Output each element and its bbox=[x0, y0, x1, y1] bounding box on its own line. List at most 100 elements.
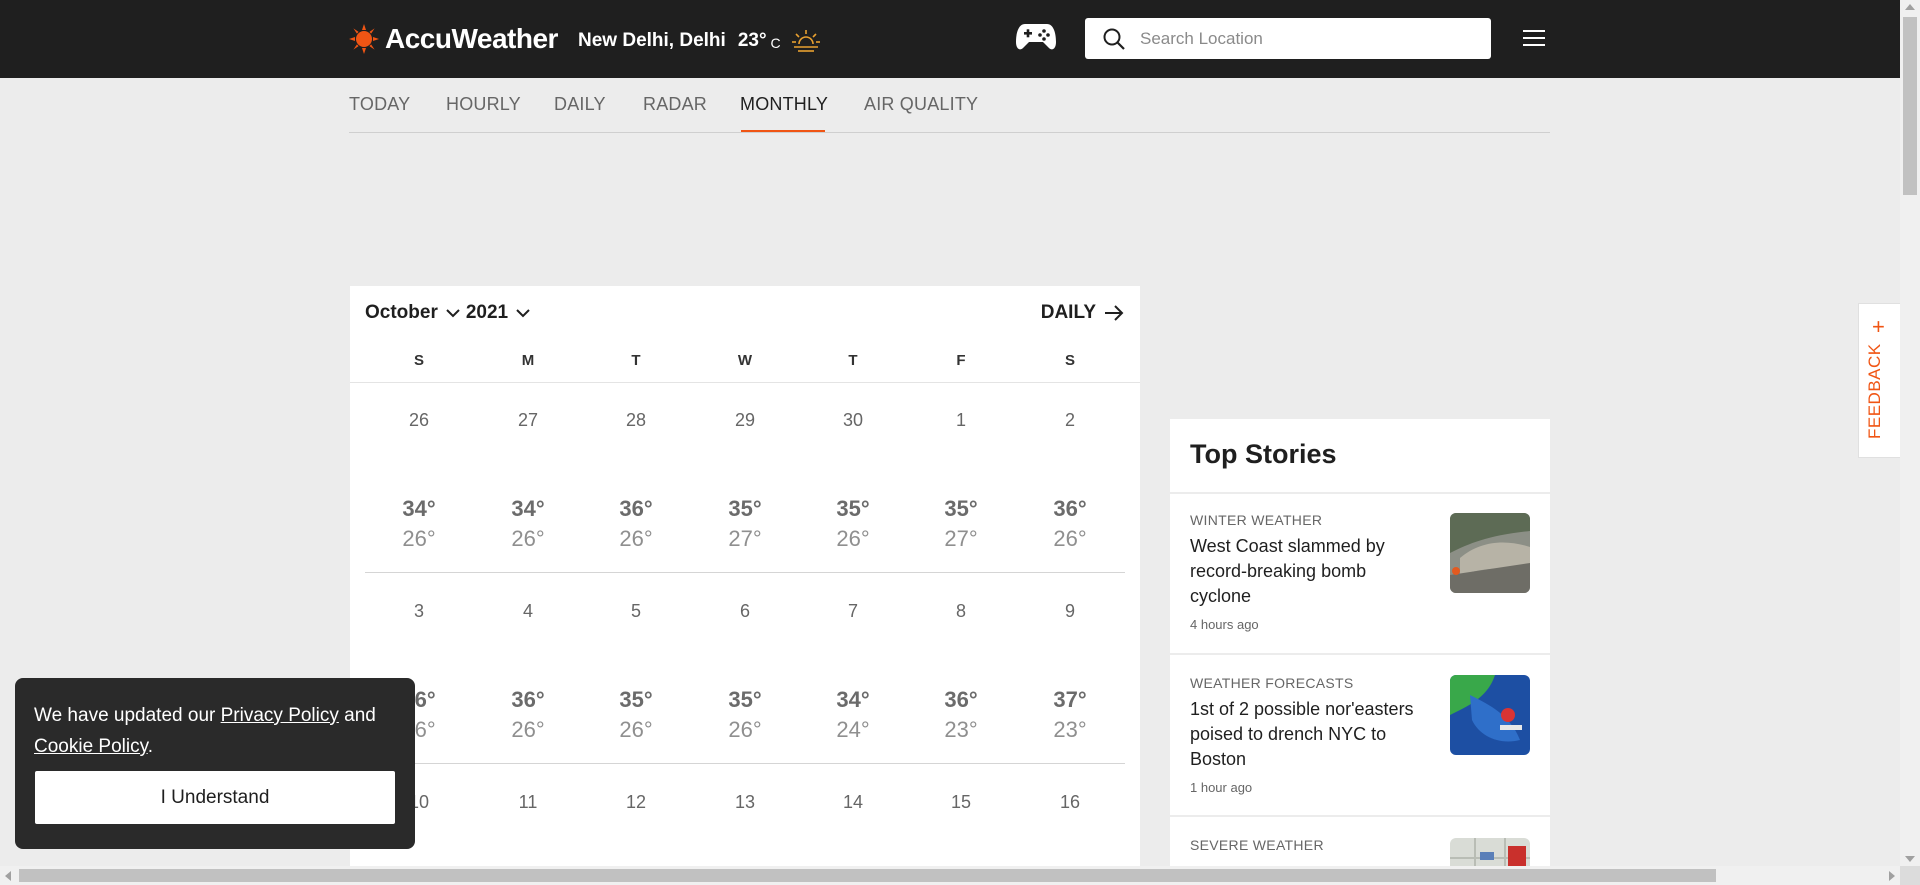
calendar-day[interactable]: 13 bbox=[715, 792, 775, 813]
calendar-day[interactable]: 6 35° 26° bbox=[715, 601, 775, 742]
calendar-day[interactable]: 1 35° 27° bbox=[931, 410, 991, 551]
scroll-down-icon[interactable] bbox=[1905, 856, 1915, 862]
story-thumbnail[interactable] bbox=[1450, 513, 1530, 593]
tab-radar[interactable]: RADAR bbox=[643, 94, 707, 115]
vertical-scrollbar[interactable] bbox=[1900, 0, 1920, 866]
calendar-day[interactable]: 16 bbox=[1040, 792, 1100, 813]
low-temperature: 27° bbox=[728, 526, 762, 551]
day-number: 14 bbox=[842, 792, 864, 812]
day-number: 30 bbox=[842, 410, 864, 430]
calendar-day[interactable]: 9 37° 23° bbox=[1040, 601, 1100, 742]
menu-hamburger-icon[interactable] bbox=[1523, 30, 1545, 48]
story-title[interactable]: 1st of 2 possible nor'easters poised to … bbox=[1190, 697, 1430, 772]
calendar-day[interactable]: 14 bbox=[823, 792, 883, 813]
cookie-policy-link[interactable]: Cookie Policy bbox=[34, 736, 148, 757]
high-temperature: 36° bbox=[944, 687, 978, 712]
high-temperature: 37° bbox=[1053, 687, 1087, 712]
tab-daily[interactable]: DAILY bbox=[554, 94, 606, 115]
day-number: 8 bbox=[955, 601, 966, 621]
accuweather-logo[interactable]: AccuWeather bbox=[349, 22, 558, 56]
day-number: 4 bbox=[522, 601, 533, 621]
games-gamepad-icon[interactable] bbox=[1015, 18, 1057, 54]
low-temperature: 27° bbox=[944, 526, 978, 551]
tab-monthly[interactable]: MONTHLY bbox=[740, 94, 828, 115]
year-selector[interactable]: 2021 bbox=[466, 302, 508, 324]
story-time: 1 hour ago bbox=[1190, 780, 1253, 795]
weekday-thu: T bbox=[848, 352, 858, 369]
feedback-tab[interactable]: + FEEDBACK bbox=[1858, 303, 1900, 458]
horizontal-scrollbar[interactable] bbox=[0, 866, 1900, 885]
scroll-left-icon[interactable] bbox=[5, 871, 11, 881]
week-divider bbox=[365, 572, 1125, 573]
calendar-day[interactable]: 27 34° 26° bbox=[498, 410, 558, 551]
low-temperature: 26° bbox=[836, 526, 870, 551]
low-temperature: 26° bbox=[619, 526, 653, 551]
chevron-down-icon[interactable] bbox=[516, 308, 530, 318]
scrollbar-thumb[interactable] bbox=[19, 869, 1716, 882]
tab-hourly[interactable]: HOURLY bbox=[446, 94, 521, 115]
calendar-day[interactable]: 3 36° 26° bbox=[389, 601, 449, 742]
chevron-down-icon[interactable] bbox=[446, 308, 460, 318]
calendar-day[interactable]: 26 34° 26° bbox=[389, 410, 449, 551]
high-temperature: 35° bbox=[619, 687, 653, 712]
calendar-day[interactable]: 8 36° 23° bbox=[931, 601, 991, 742]
cookie-text: . bbox=[147, 736, 153, 757]
calendar-day[interactable]: 7 34° 24° bbox=[823, 601, 883, 742]
divider bbox=[1170, 653, 1550, 655]
calendar-day[interactable]: 28 36° 26° bbox=[606, 410, 666, 551]
low-temperature: 26° bbox=[1053, 526, 1087, 551]
scroll-right-icon[interactable] bbox=[1889, 871, 1895, 881]
calendar-day[interactable]: 30 35° 26° bbox=[823, 410, 883, 551]
divider bbox=[1170, 815, 1550, 817]
low-temperature: 26° bbox=[728, 717, 762, 742]
forecast-nav: TODAY HOURLY DAILY RADAR MONTHLY AIR QUA… bbox=[349, 78, 1550, 133]
plus-icon: + bbox=[1872, 314, 1885, 339]
daily-link[interactable]: DAILY bbox=[1041, 302, 1124, 324]
calendar-day[interactable]: 2 36° 26° bbox=[1040, 410, 1100, 551]
calendar-day[interactable]: 5 35° 26° bbox=[606, 601, 666, 742]
day-number: 1 bbox=[955, 410, 966, 430]
calendar-day[interactable]: 15 bbox=[931, 792, 991, 813]
tab-today[interactable]: TODAY bbox=[349, 94, 410, 115]
calendar-day[interactable]: 11 bbox=[498, 792, 558, 813]
day-number: 5 bbox=[630, 601, 641, 621]
day-number: 28 bbox=[625, 410, 647, 430]
scrollbar-thumb[interactable] bbox=[1903, 17, 1917, 195]
i-understand-button[interactable]: I Understand bbox=[35, 771, 395, 824]
month-selector[interactable]: October bbox=[365, 302, 438, 324]
weekday-mon: M bbox=[521, 352, 535, 369]
location-name: New Delhi, Delhi bbox=[578, 30, 726, 51]
high-temperature: 35° bbox=[944, 496, 978, 521]
day-number: 15 bbox=[950, 792, 972, 812]
cookie-text: and bbox=[338, 705, 376, 726]
cookie-text: We have updated our bbox=[34, 705, 221, 726]
week-divider bbox=[365, 763, 1125, 764]
day-number: 9 bbox=[1064, 601, 1075, 621]
calendar-header: October 2021 bbox=[365, 302, 536, 324]
high-temperature: 36° bbox=[511, 687, 545, 712]
calendar-day[interactable]: 4 36° 26° bbox=[498, 601, 558, 742]
story-title[interactable]: West Coast slammed by record-breaking bo… bbox=[1190, 534, 1430, 609]
calendar-day[interactable]: 12 bbox=[606, 792, 666, 813]
high-temperature: 34° bbox=[511, 496, 545, 521]
scroll-up-icon[interactable] bbox=[1905, 4, 1915, 10]
weekday-wed: W bbox=[737, 352, 753, 369]
day-number: 3 bbox=[413, 601, 424, 621]
story-thumbnail[interactable] bbox=[1450, 675, 1530, 755]
privacy-policy-link[interactable]: Privacy Policy bbox=[221, 705, 339, 726]
top-stories-heading: Top Stories bbox=[1190, 439, 1337, 469]
monthly-calendar: October 2021 DAILY S M T W T F S 26 34° 26… bbox=[350, 286, 1140, 885]
calendar-day[interactable]: 29 35° 27° bbox=[715, 410, 775, 551]
low-temperature: 26° bbox=[402, 526, 436, 551]
low-temperature: 26° bbox=[511, 526, 545, 551]
divider bbox=[350, 382, 1140, 383]
current-location[interactable]: New Delhi, Delhi 23° C bbox=[578, 28, 821, 54]
top-stories-panel: Top Stories WINTER WEATHER West Coast sl… bbox=[1170, 419, 1550, 885]
cookie-consent-banner: We have updated our Privacy Policy and Co… bbox=[15, 678, 415, 849]
search-location-input[interactable] bbox=[1140, 28, 1470, 49]
search-box[interactable] bbox=[1085, 18, 1491, 59]
weekday-fri: F bbox=[956, 352, 966, 369]
weekday-tue: T bbox=[631, 352, 641, 369]
current-temperature: 23° bbox=[737, 30, 767, 51]
tab-air-quality[interactable]: AIR QUALITY bbox=[864, 94, 978, 115]
